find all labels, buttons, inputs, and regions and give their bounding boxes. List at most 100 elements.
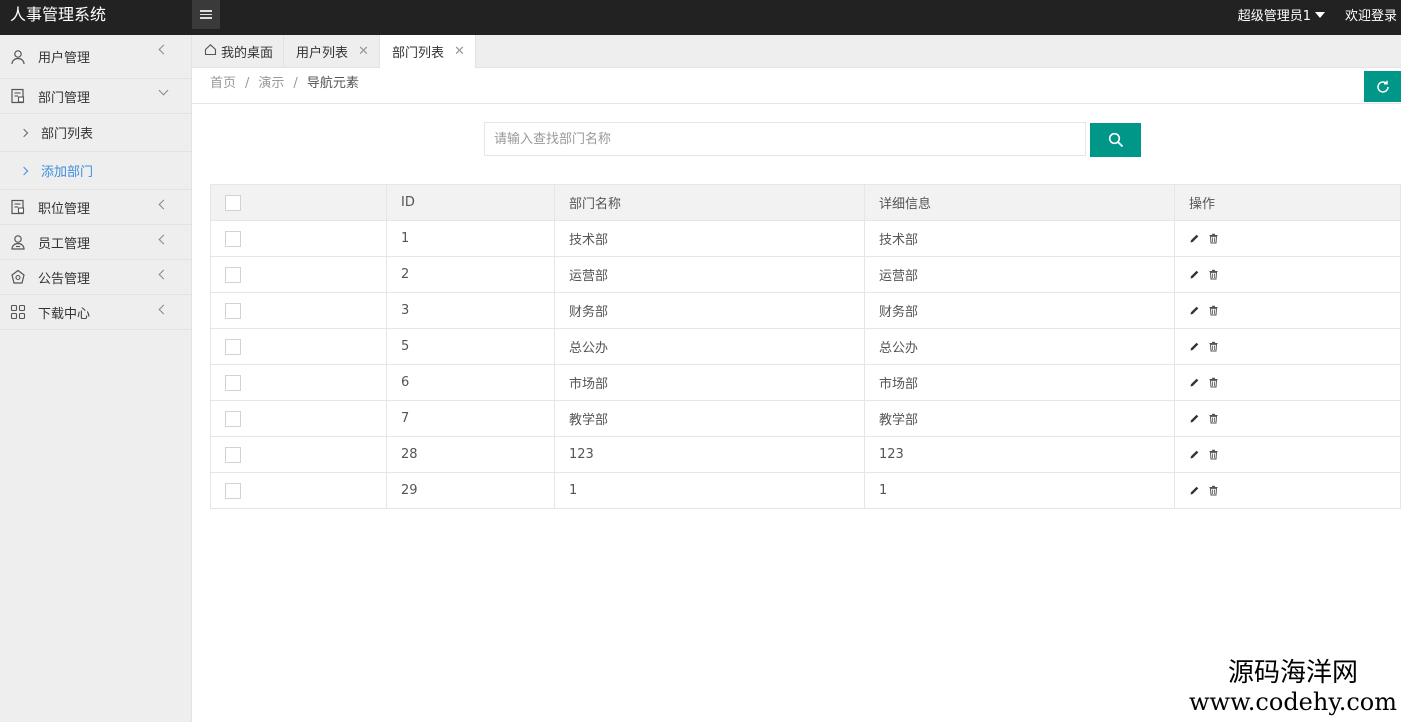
menu-toggle-button[interactable]	[192, 0, 220, 29]
tab-my-desktop[interactable]: 我的桌面	[192, 35, 285, 68]
cell-id: 2	[386, 256, 555, 293]
breadcrumb-home[interactable]: 首页	[210, 76, 236, 91]
cell-name: 1	[554, 472, 865, 509]
cell-name: 财务部	[554, 292, 865, 329]
hamburger-icon	[200, 10, 212, 19]
table-row: 29 1 1	[210, 472, 1401, 509]
edit-icon[interactable]	[1189, 413, 1200, 424]
home-icon	[204, 43, 217, 60]
close-icon[interactable]: ✕	[358, 44, 369, 59]
trash-icon[interactable]	[1208, 341, 1219, 352]
cell-actions	[1174, 472, 1401, 509]
cell-info: 总公办	[864, 328, 1175, 365]
edit-icon[interactable]	[1189, 449, 1200, 460]
sidebar-item-download-center[interactable]: 下载中心	[0, 295, 191, 330]
row-checkbox[interactable]	[225, 446, 241, 463]
row-checkbox-cell	[210, 472, 387, 509]
row-checkbox[interactable]	[225, 302, 241, 319]
refresh-button[interactable]	[1364, 71, 1401, 102]
column-header-id: ID	[386, 184, 555, 221]
search-icon	[1108, 132, 1123, 148]
close-icon[interactable]: ✕	[454, 44, 465, 59]
column-header-info: 详细信息	[864, 184, 1175, 221]
search-button[interactable]	[1090, 123, 1141, 157]
row-checkbox[interactable]	[225, 410, 241, 427]
sidebar-subitem-label: 部门列表	[41, 127, 94, 142]
cell-info: 财务部	[864, 292, 1175, 329]
trash-icon[interactable]	[1208, 377, 1219, 388]
chevron-right-icon	[19, 166, 29, 175]
trash-icon[interactable]	[1208, 233, 1219, 244]
table-row: 1 技术部 技术部	[210, 220, 1401, 257]
edit-icon[interactable]	[1189, 305, 1200, 316]
edit-icon[interactable]	[1189, 377, 1200, 388]
chevron-left-icon	[158, 234, 169, 245]
tab-label: 我的桌面	[221, 46, 274, 61]
trash-icon[interactable]	[1208, 485, 1219, 496]
select-all-checkbox[interactable]	[225, 194, 241, 211]
row-checkbox-cell	[210, 292, 387, 329]
sidebar-item-staff-management[interactable]: 员工管理	[0, 225, 191, 260]
edit-icon[interactable]	[1189, 341, 1200, 352]
chevron-down-icon	[158, 85, 169, 96]
doc-icon	[10, 88, 26, 104]
grid-icon	[10, 304, 26, 320]
cell-info: 教学部	[864, 400, 1175, 437]
row-checkbox-cell	[210, 436, 387, 473]
row-checkbox[interactable]	[225, 266, 241, 283]
breadcrumb: 首页 / 演示 / 导航元素	[210, 68, 359, 100]
trash-icon[interactable]	[1208, 449, 1219, 460]
row-checkbox[interactable]	[225, 338, 241, 355]
sidebar-item-label: 员工管理	[38, 236, 91, 252]
sidebar-subitem-department-list[interactable]: 部门列表	[0, 114, 191, 152]
sidebar-item-label: 下载中心	[38, 306, 91, 322]
edit-icon[interactable]	[1189, 485, 1200, 496]
cell-id: 5	[386, 328, 555, 365]
sidebar-item-position-management[interactable]: 职位管理	[0, 190, 191, 225]
row-checkbox[interactable]	[225, 482, 241, 499]
tab-department-list[interactable]: 部门列表 ✕	[379, 35, 476, 69]
sidebar-subitem-label: 添加部门	[41, 165, 94, 180]
tab-user-list[interactable]: 用户列表 ✕	[284, 35, 380, 68]
row-checkbox-cell	[210, 220, 387, 257]
sidebar-subitem-add-department[interactable]: 添加部门	[0, 152, 191, 190]
sidebar-item-label: 职位管理	[38, 201, 91, 217]
tab-label: 部门列表	[391, 46, 444, 61]
sidebar-item-user-management[interactable]: 用户管理	[0, 35, 191, 79]
cell-actions	[1174, 364, 1401, 401]
edit-icon[interactable]	[1189, 269, 1200, 280]
login-link[interactable]: 欢迎登录	[1345, 5, 1397, 24]
cell-actions	[1174, 400, 1401, 437]
cell-actions	[1174, 256, 1401, 293]
chevron-left-icon	[158, 199, 169, 210]
cell-info: 技术部	[864, 220, 1175, 257]
row-checkbox-cell	[210, 364, 387, 401]
tab-label: 用户列表	[296, 46, 349, 61]
search-input[interactable]	[484, 122, 1086, 156]
trash-icon[interactable]	[1208, 269, 1219, 280]
sidebar-item-department-management[interactable]: 部门管理	[0, 79, 191, 114]
sidebar-item-notice-management[interactable]: 公告管理	[0, 260, 191, 295]
row-checkbox[interactable]	[225, 230, 241, 247]
department-table: ID 部门名称 详细信息 操作 1 技术部 技术部 2 运营部 运营部 3 财务部 财务部 5 总公…	[210, 184, 1401, 509]
cell-id: 3	[386, 292, 555, 329]
refresh-icon	[1376, 80, 1389, 93]
cell-actions	[1174, 328, 1401, 365]
watermark-title: 源码海洋网	[1228, 658, 1359, 688]
table-row: 2 运营部 运营部	[210, 256, 1401, 293]
sidebar-item-label: 用户管理	[38, 51, 91, 66]
watermark-url: www.codehy.com	[1189, 688, 1397, 716]
row-checkbox-cell	[210, 256, 387, 293]
cell-name: 市场部	[554, 364, 865, 401]
cell-name: 教学部	[554, 400, 865, 437]
admin-dropdown[interactable]: 超级管理员1	[1238, 5, 1325, 24]
trash-icon[interactable]	[1208, 413, 1219, 424]
cell-info: 123	[864, 436, 1175, 473]
trash-icon[interactable]	[1208, 305, 1219, 316]
cell-id: 28	[386, 436, 555, 473]
cell-name: 123	[554, 436, 865, 473]
breadcrumb-demo[interactable]: 演示	[258, 76, 284, 91]
row-checkbox[interactable]	[225, 374, 241, 391]
edit-icon[interactable]	[1189, 233, 1200, 244]
cell-info: 运营部	[864, 256, 1175, 293]
